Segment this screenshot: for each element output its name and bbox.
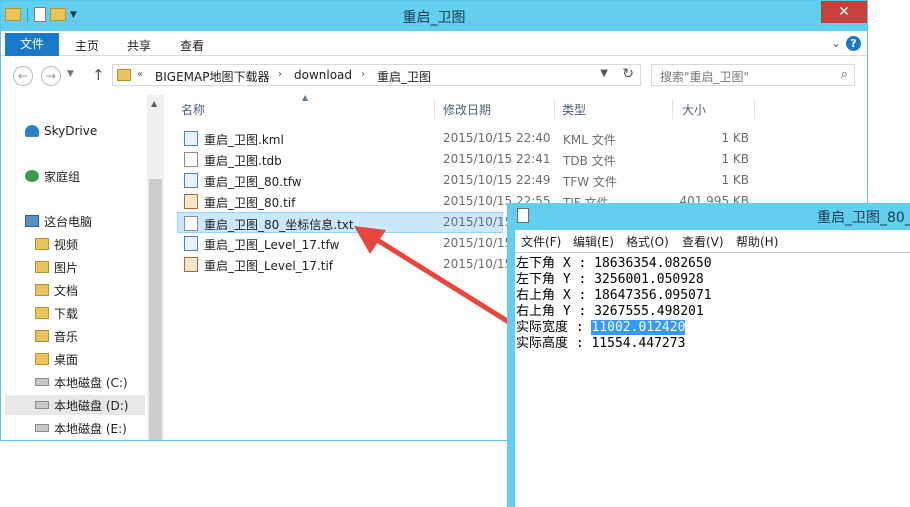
nav-item-downloads[interactable]: 下载 [35, 303, 78, 323]
nav-item-drive-e[interactable]: 本地磁盘 (E:) [35, 418, 127, 438]
forward-button[interactable]: → [41, 66, 61, 86]
text-line: 左下角 X : 18636354.082650 [516, 256, 712, 271]
notepad-title: 重启_卫图_80_ [817, 210, 910, 226]
computer-icon [25, 215, 39, 227]
chevron-down-icon[interactable]: ▼ [600, 68, 608, 79]
ribbon-tabs: 文件 主页 共享 查看 ⌄ ? [1, 31, 867, 56]
tab-view[interactable]: 查看 [180, 37, 204, 54]
nav-item-drive-d[interactable]: 本地磁盘 (D:) [5, 395, 145, 415]
column-divider[interactable] [554, 99, 555, 119]
tab-file[interactable]: 文件 [5, 33, 59, 56]
nav-scrollbar[interactable]: ▲ [147, 95, 164, 440]
chevron-right-icon[interactable]: › [278, 69, 282, 80]
close-button[interactable]: ✕ [821, 1, 867, 23]
notepad-icon[interactable] [517, 208, 529, 223]
music-folder-icon [35, 330, 49, 342]
menu-format[interactable]: 格式(O) [626, 233, 669, 250]
notepad-menu-bar: 文件(F) 编辑(E) 格式(O) 查看(V) 帮助(H) [515, 230, 910, 252]
up-button[interactable]: ↑ [92, 66, 105, 84]
nav-item-homegroup[interactable]: 家庭组 [25, 166, 80, 186]
text-line: 右上角 Y : 3267555.498201 [516, 304, 704, 319]
search-input[interactable]: 搜索"重启_卫图" ⌕ [651, 64, 855, 86]
downloads-folder-icon [35, 307, 49, 319]
nav-item-documents[interactable]: 文档 [35, 280, 78, 300]
breadcrumb-item[interactable]: BIGEMAP地图下载器 [155, 68, 269, 85]
tfw-file-icon [184, 173, 198, 188]
navigation-pane: SkyDrive 家庭组 这台电脑 视频 图片 文档 下载 音乐 桌面 本地磁盘… [1, 95, 147, 440]
help-icon[interactable]: ? [846, 36, 861, 51]
column-divider[interactable] [672, 99, 673, 119]
title-bar[interactable]: ▼ 重启_卫图 ✕ [1, 1, 867, 31]
tfw-file-icon [184, 236, 198, 251]
nav-item-music[interactable]: 音乐 [35, 326, 78, 346]
text-line: 实际宽度 : 11002.012420 [516, 320, 686, 335]
homegroup-icon [25, 170, 39, 182]
annotation-arrow [354, 226, 515, 327]
tdb-file-icon [184, 152, 198, 167]
search-icon[interactable]: ⌕ [841, 67, 848, 82]
selected-text[interactable]: 11002.012420 [591, 320, 686, 335]
menu-edit[interactable]: 编辑(E) [573, 233, 614, 250]
notepad-text-area[interactable]: 左下角 X : 18636354.082650 左下角 Y : 3256001.… [515, 252, 910, 507]
notepad-title-bar[interactable]: 重启_卫图_80_ [507, 203, 910, 229]
text-line: 左下角 Y : 3256001.050928 [516, 272, 704, 287]
nav-item-drive-c[interactable]: 本地磁盘 (C:) [35, 372, 128, 392]
menu-view[interactable]: 查看(V) [682, 233, 724, 250]
chevron-right-icon[interactable]: › [361, 69, 365, 80]
scroll-up-icon[interactable]: ▲ [151, 99, 157, 108]
text-line: 右上角 X : 18647356.095071 [516, 288, 712, 303]
address-row: ← → ▼ ↑ « BIGEMAP地图下载器 › download › 重启_卫… [1, 57, 867, 95]
folder-icon [117, 69, 131, 81]
documents-folder-icon [35, 284, 49, 296]
drive-icon [35, 401, 49, 409]
file-row[interactable]: 重启_卫图.kml 2015/10/15 22:40 KML 文件 1 KB [178, 128, 867, 149]
back-button[interactable]: ← [13, 66, 33, 86]
file-row[interactable]: 重启_卫图_80.tfw 2015/10/15 22:49 TFW 文件 1 K… [178, 170, 867, 191]
breadcrumb-item[interactable]: 重启_卫图 [377, 68, 431, 85]
drive-icon [35, 424, 49, 432]
search-placeholder: 搜索"重启_卫图" [660, 70, 750, 84]
breadcrumb-overflow[interactable]: « [137, 69, 143, 80]
nav-item-skydrive[interactable]: SkyDrive [25, 121, 97, 141]
nav-item-video[interactable]: 视频 [35, 234, 78, 254]
refresh-icon[interactable]: ↻ [622, 66, 634, 82]
drive-icon [35, 378, 49, 386]
scrollbar-thumb[interactable] [149, 179, 162, 440]
address-bar[interactable]: « BIGEMAP地图下载器 › download › 重启_卫图 ▼ ↻ [112, 64, 641, 86]
column-divider[interactable] [434, 99, 435, 119]
kml-file-icon [184, 131, 198, 146]
menu-help[interactable]: 帮助(H) [736, 233, 778, 250]
cloud-icon [25, 125, 39, 137]
tif-file-icon [184, 194, 198, 209]
tab-share[interactable]: 共享 [127, 37, 151, 54]
expand-ribbon-icon[interactable]: ⌄ [831, 36, 841, 50]
tab-home[interactable]: 主页 [75, 37, 99, 54]
column-header-size[interactable]: 大小 [682, 101, 706, 118]
txt-file-icon [184, 216, 198, 231]
nav-item-pictures[interactable]: 图片 [35, 257, 78, 277]
tif-file-icon [184, 257, 198, 272]
file-row[interactable]: 重启_卫图.tdb 2015/10/15 22:41 TDB 文件 1 KB [178, 149, 867, 170]
nav-item-desktop[interactable]: 桌面 [35, 349, 78, 369]
column-header-type[interactable]: 类型 [562, 101, 586, 118]
window-title: 重启_卫图 [402, 10, 466, 26]
pictures-folder-icon [35, 261, 49, 273]
notepad-window: 重启_卫图_80_ 文件(F) 编辑(E) 格式(O) 查看(V) 帮助(H) … [507, 203, 910, 507]
column-header-date[interactable]: 修改日期 [443, 101, 491, 118]
menu-file[interactable]: 文件(F) [521, 233, 561, 250]
video-folder-icon [35, 238, 49, 250]
nav-item-this-pc[interactable]: 这台电脑 [25, 211, 92, 231]
sort-ascending-icon: ▲ [302, 93, 309, 102]
desktop-folder-icon [35, 353, 49, 365]
column-divider[interactable] [754, 99, 755, 119]
breadcrumb-item[interactable]: download [294, 68, 352, 82]
text-line: 实际高度 : 11554.447273 [516, 336, 686, 351]
column-header-name[interactable]: 名称 [181, 101, 205, 118]
recent-locations-icon[interactable]: ▼ [67, 69, 74, 79]
